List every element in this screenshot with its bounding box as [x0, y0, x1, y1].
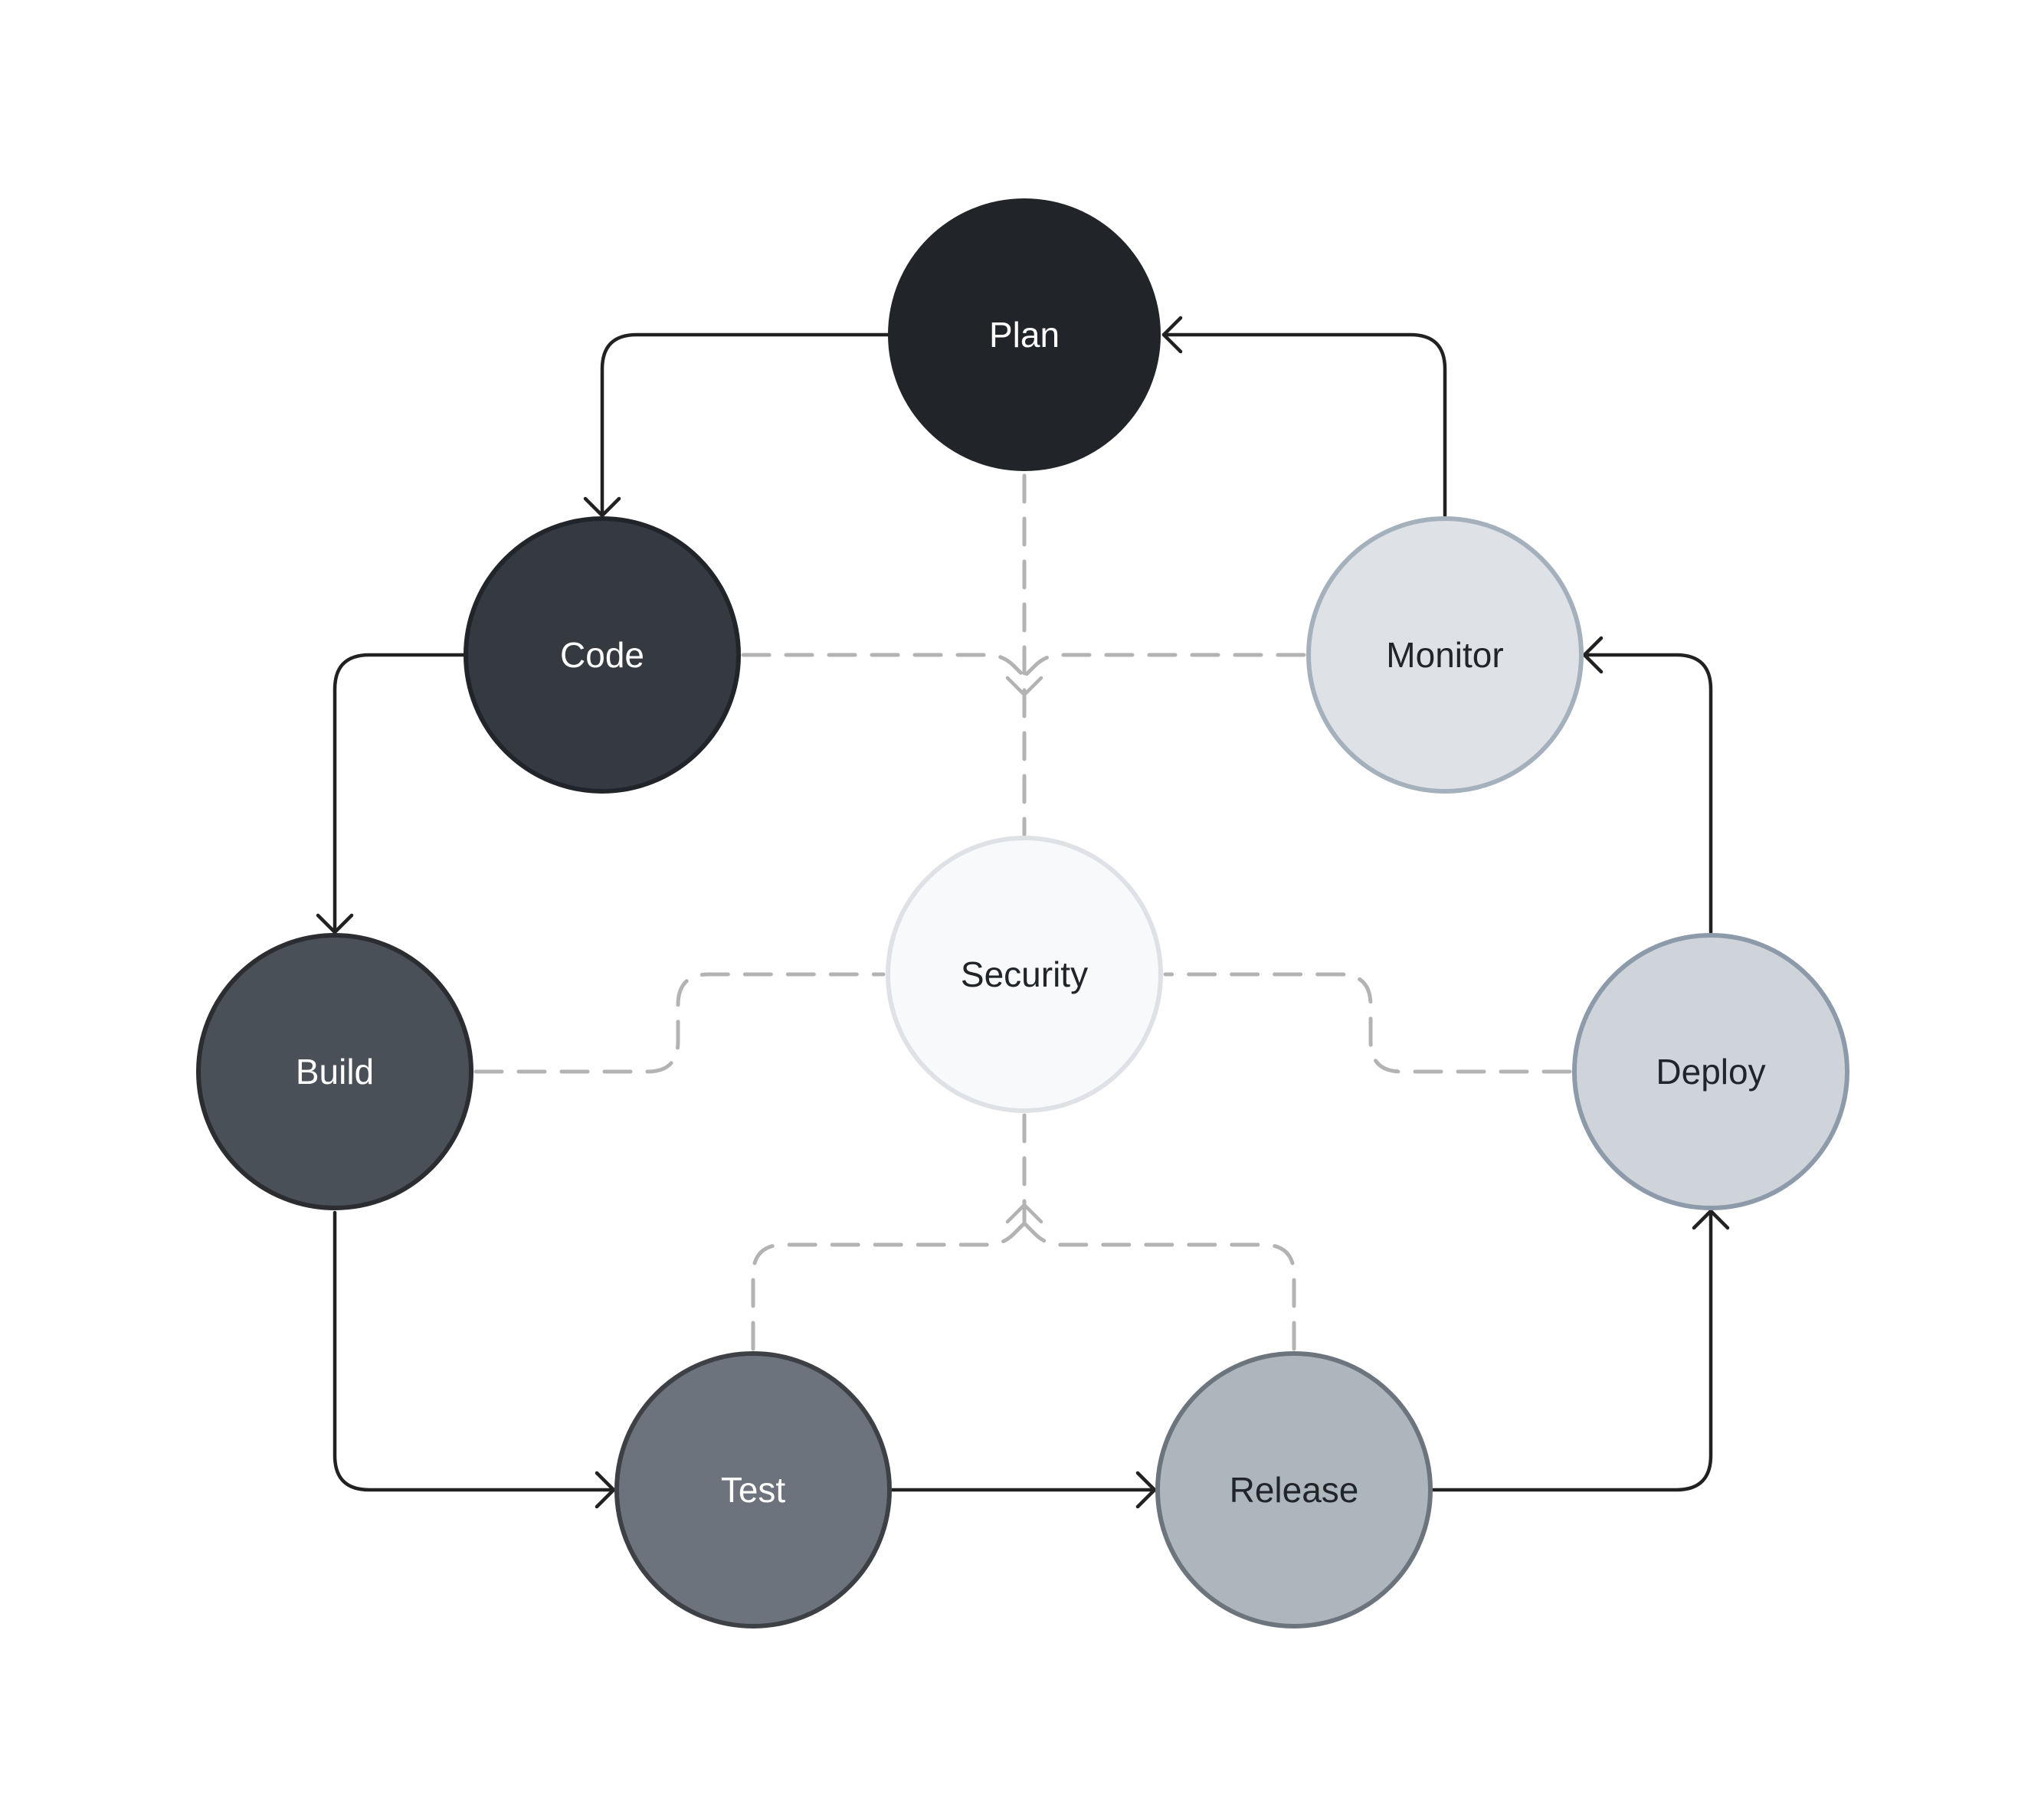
edge-line: [333, 653, 468, 935]
security-edge-release: [1022, 1221, 1296, 1351]
node-plan[interactable]: Plan: [888, 198, 1161, 471]
security-edge-line: [751, 1221, 1027, 1351]
nodes: Plan Code Build Test Release Deploy Monitor Sec…: [196, 198, 1849, 1629]
node-release[interactable]: Release: [1155, 1351, 1433, 1629]
node-label: Test: [721, 1470, 786, 1510]
edge-plan-to-code: [583, 332, 890, 518]
node-label: Build: [296, 1052, 374, 1092]
node-label: Release: [1230, 1470, 1359, 1510]
node-test[interactable]: Test: [614, 1351, 892, 1629]
node-deploy[interactable]: Deploy: [1572, 933, 1849, 1210]
node-monitor[interactable]: Monitor: [1306, 516, 1584, 794]
security-trunk-bottom: [1005, 1113, 1043, 1226]
node-code[interactable]: Code: [464, 516, 741, 794]
security-edge-test: [751, 1221, 1027, 1351]
security-edge-line: [1163, 972, 1572, 1074]
node-label: Code: [560, 635, 644, 675]
node-label: Monitor: [1386, 635, 1503, 675]
edge-deploy-to-monitor: [1582, 636, 1713, 935]
edge-code-to-build: [316, 653, 468, 935]
edge-build-to-test: [333, 1210, 616, 1509]
node-label: Deploy: [1656, 1052, 1765, 1092]
node-label: Plan: [989, 315, 1060, 355]
edge-line: [600, 332, 890, 518]
edge-line: [333, 1210, 616, 1492]
security-edge-deploy: [1163, 972, 1572, 1074]
edge-line: [1161, 332, 1447, 518]
edge-release-to-deploy: [1431, 1209, 1730, 1492]
edge-monitor-to-plan: [1161, 316, 1447, 518]
devsecops-diagram: Plan Code Build Test Release Deploy Monitor Sec…: [196, 198, 1849, 1629]
security-edge-code: [741, 653, 1027, 679]
edge-line: [1582, 653, 1713, 935]
edge-test-to-release: [890, 1471, 1157, 1509]
security-edge-monitor: [1022, 653, 1306, 679]
edge-line: [1431, 1209, 1713, 1492]
node-security[interactable]: Security: [886, 836, 1163, 1113]
security-edge-build: [473, 972, 886, 1074]
security-edge-line: [1022, 653, 1306, 679]
node-build[interactable]: Build: [196, 933, 473, 1210]
node-label: Security: [961, 954, 1088, 994]
security-edge-line: [473, 972, 886, 1074]
security-edge-line: [1022, 1221, 1296, 1351]
security-edge-line: [741, 653, 1027, 679]
